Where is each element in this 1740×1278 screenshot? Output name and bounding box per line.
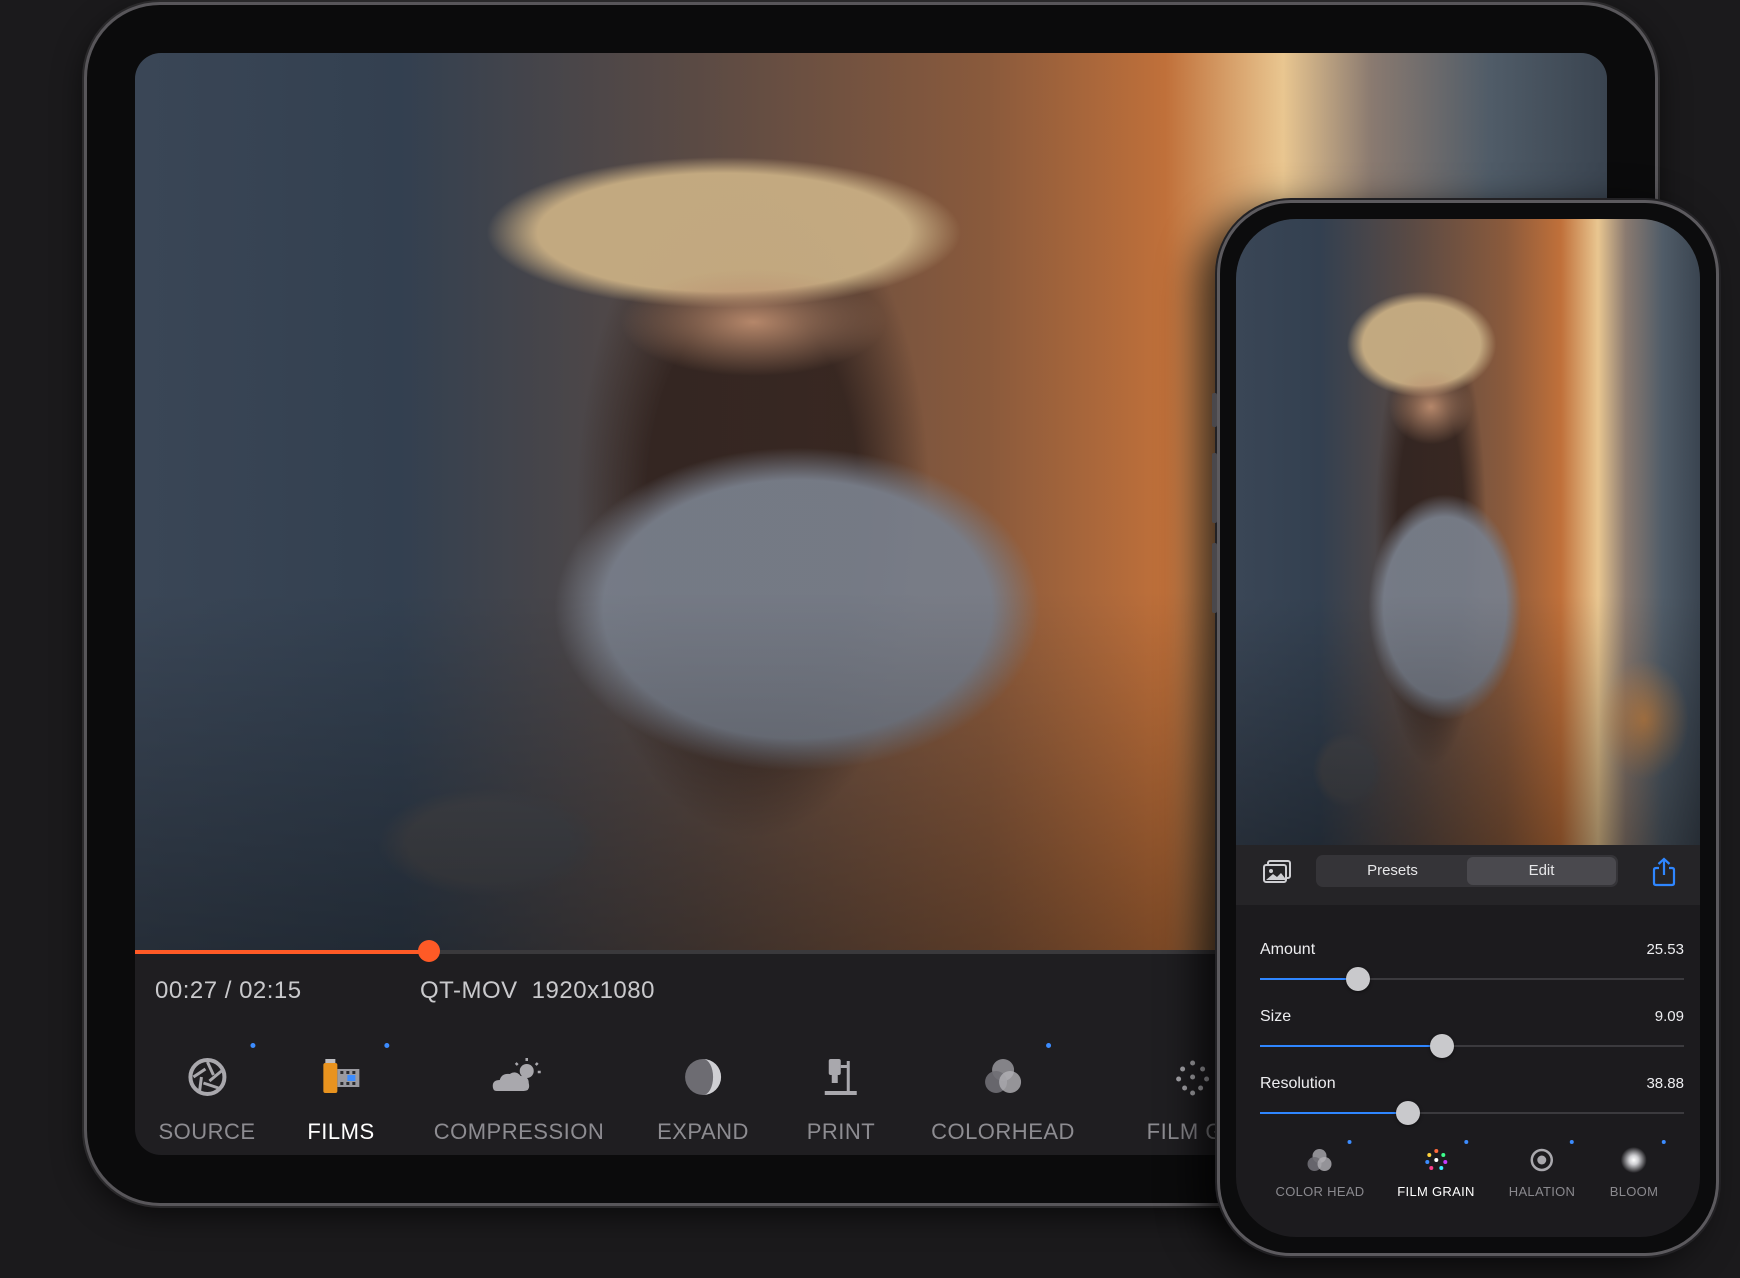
file-format: QT-MOV xyxy=(420,977,518,1004)
slider-fill xyxy=(1260,1045,1443,1047)
slider-fill xyxy=(1260,1112,1409,1114)
tool-label: EXPAND xyxy=(657,1119,749,1144)
playhead-handle[interactable] xyxy=(418,940,441,962)
bloom-glow-icon xyxy=(1620,1140,1666,1174)
tool-films[interactable]: FILMS xyxy=(307,1043,389,1145)
tool-indicator-dot xyxy=(1045,1043,1051,1048)
tool-source[interactable]: SOURCE xyxy=(158,1043,256,1145)
tool-compression[interactable]: COMPRESSION xyxy=(434,1055,605,1145)
color-circles-icon xyxy=(981,1043,1051,1099)
slider-label: Amount xyxy=(1260,941,1316,958)
weather-icon xyxy=(493,1055,541,1099)
file-resolution: 1920x1080 xyxy=(531,977,655,1004)
tool-color-head[interactable]: COLOR HEAD xyxy=(1275,1140,1365,1199)
tool-label: COLOR HEAD xyxy=(1275,1184,1365,1199)
slider-thumb[interactable] xyxy=(1345,967,1370,991)
phone-side-button xyxy=(1212,393,1217,427)
tool-print[interactable]: PRINT xyxy=(807,1055,876,1145)
tool-film-grain[interactable]: FILM GRAIN xyxy=(1397,1140,1475,1199)
aperture-icon xyxy=(185,1043,255,1099)
tool-halation[interactable]: HALATION xyxy=(1508,1140,1576,1199)
grain-dots-icon xyxy=(1171,1055,1215,1099)
slider-thumb[interactable] xyxy=(1430,1034,1455,1058)
tool-colorhead[interactable]: COLORHEAD xyxy=(931,1043,1075,1145)
slider-value: 38.88 xyxy=(1646,1075,1684,1092)
phone-screen: Presets Edit Amount 25.53 Size 9.09 Reso… xyxy=(1236,219,1700,1237)
tool-bloom[interactable]: BLOOM xyxy=(1609,1140,1666,1199)
halation-ring-icon xyxy=(1528,1140,1574,1174)
tool-label: COMPRESSION xyxy=(433,1119,605,1144)
slider-track[interactable] xyxy=(1260,1034,1684,1058)
slider-value: 9.09 xyxy=(1654,1008,1684,1025)
tab-presets[interactable]: Presets xyxy=(1318,857,1467,885)
phone-device: Presets Edit Amount 25.53 Size 9.09 Reso… xyxy=(1212,200,1719,1256)
grain-dots-icon xyxy=(1422,1140,1468,1174)
gallery-icon[interactable] xyxy=(1262,859,1292,890)
tool-indicator-dot xyxy=(250,1043,255,1048)
tool-label: COLORHEAD xyxy=(931,1119,1075,1144)
tool-label: BLOOM xyxy=(1609,1184,1659,1199)
playback-progress xyxy=(135,950,430,954)
tool-indicator-dot xyxy=(1464,1140,1468,1144)
mode-segmented-control: Presets Edit xyxy=(1316,855,1618,887)
phone-side-button xyxy=(1212,543,1217,613)
tool-label: PRINT xyxy=(806,1119,876,1144)
slider-fill xyxy=(1260,978,1358,980)
phone-side-button xyxy=(1212,453,1217,523)
phone-toolbar: Presets Edit xyxy=(1236,845,1700,905)
tab-edit[interactable]: Edit xyxy=(1467,857,1616,885)
slider-label: Size xyxy=(1260,1008,1292,1025)
sphere-icon xyxy=(681,1055,725,1099)
color-circles-icon xyxy=(1306,1140,1352,1174)
tool-expand[interactable]: EXPAND xyxy=(657,1055,749,1145)
slider-value: 25.53 xyxy=(1646,941,1684,958)
tool-label: FILM GRAIN xyxy=(1397,1184,1475,1199)
enlarger-icon xyxy=(819,1055,863,1099)
slider-thumb[interactable] xyxy=(1396,1101,1421,1125)
share-icon[interactable] xyxy=(1650,857,1678,892)
tool-label: FILMS xyxy=(307,1119,375,1144)
file-info: QT-MOV 1920x1080 xyxy=(420,977,655,1005)
slider-label: Resolution xyxy=(1260,1075,1336,1092)
photo-preview[interactable] xyxy=(1236,219,1700,845)
tool-label: HALATION xyxy=(1508,1184,1576,1199)
slider-track[interactable] xyxy=(1260,1101,1684,1125)
film-canister-icon xyxy=(319,1043,389,1099)
tool-label: SOURCE xyxy=(158,1119,256,1144)
timecode: 00:27 / 02:15 xyxy=(155,977,302,1004)
slider-track[interactable] xyxy=(1260,967,1684,991)
tool-indicator-dot xyxy=(383,1043,389,1048)
